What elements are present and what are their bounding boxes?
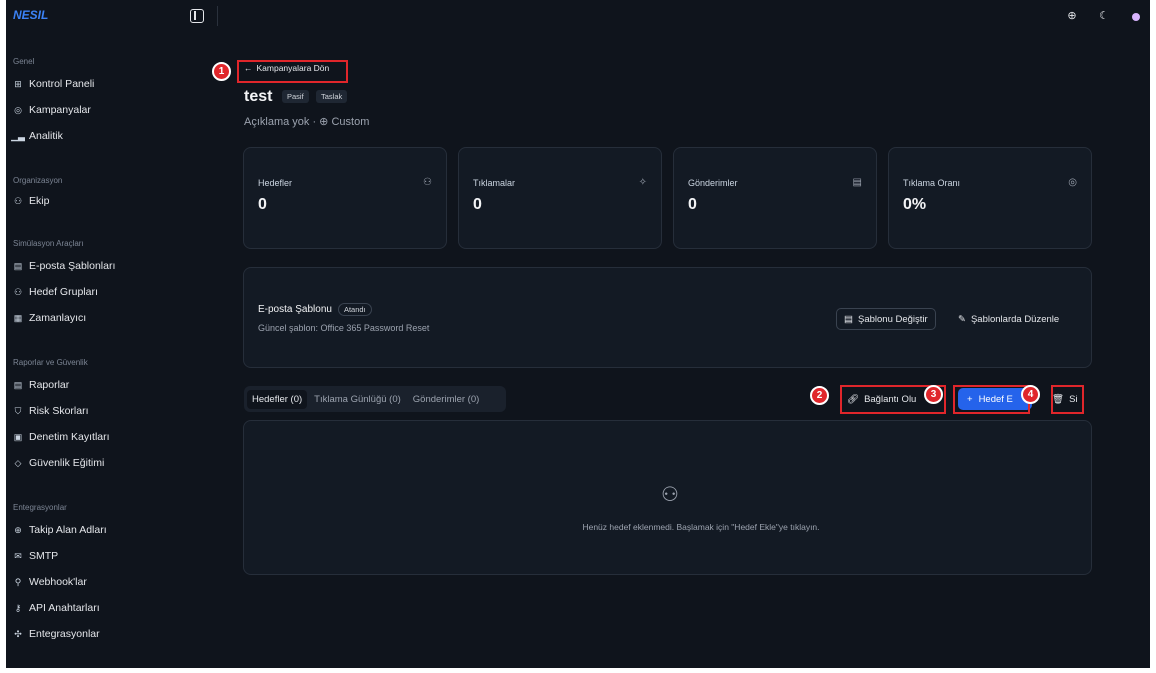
- stat-value: 0%: [903, 196, 927, 213]
- sidebar-item-hedef-gruplari[interactable]: ⚇ Hedef Grupları: [13, 286, 98, 298]
- annotation-marker: 3: [924, 385, 943, 404]
- globe-icon: ⊕: [14, 524, 22, 535]
- document-icon: ▤: [844, 313, 853, 325]
- team-icon: ⚇: [13, 195, 23, 206]
- graduation-icon: ◇: [14, 457, 22, 468]
- status-badge: Taslak: [316, 90, 348, 103]
- campaign-description: Açıklama yok · ⊕ Custom: [244, 116, 370, 128]
- target-icon: ◎: [14, 104, 22, 115]
- sidebar-section-title: Organizasyon: [13, 176, 63, 185]
- puzzle-icon: ✣: [14, 628, 22, 639]
- stat-card-hedefler: Hedefler 0 ⚇: [243, 147, 447, 249]
- annotation-box: [237, 60, 348, 83]
- annotation-box: [953, 385, 1030, 414]
- sidebar-toggle-icon[interactable]: [190, 9, 204, 23]
- stat-value: 0: [473, 196, 482, 213]
- annotation-marker: 4: [1021, 385, 1040, 404]
- document-icon: ▤: [852, 177, 862, 188]
- sidebar-section-title: Raporlar ve Güvenlik: [13, 358, 88, 367]
- tab-list: Hedefler (0) Tıklama Günlüğü (0) Gönderi…: [244, 386, 506, 412]
- tab-tiklama-gunlugu[interactable]: Tıklama Günlüğü (0): [309, 390, 406, 409]
- stat-label: Hedefler: [258, 178, 293, 188]
- globe-icon[interactable]: ⊕: [1066, 10, 1078, 22]
- theme-toggle-icon[interactable]: ☾: [1098, 10, 1110, 22]
- status-badge: Pasif: [282, 90, 309, 103]
- sidebar-item-eposta-sablonlari[interactable]: ▤ E-posta Şablonları: [13, 260, 116, 272]
- cursor-click-icon: ✧: [638, 177, 647, 188]
- users-icon: ⚇: [661, 484, 679, 506]
- page-title: test: [244, 88, 273, 105]
- report-icon: ▤: [13, 379, 23, 390]
- stat-value: 0: [688, 196, 697, 213]
- tab-gonderimler[interactable]: Gönderimler (0): [408, 390, 485, 409]
- sidebar-item-denetim-kayitlari[interactable]: ▣ Denetim Kayıtları: [13, 431, 110, 443]
- empty-state-text: Henüz hedef eklenmedi. Başlamak için "He…: [582, 522, 820, 532]
- sidebar-item-takip-alan-adlari[interactable]: ⊕ Takip Alan Adları: [13, 524, 106, 536]
- stat-card-tiklamalar: Tıklamalar 0 ✧: [458, 147, 662, 249]
- stat-card-tiklama-orani: Tıklama Oranı 0% ◎: [888, 147, 1092, 249]
- sidebar-section-title: Genel: [13, 57, 35, 66]
- sidebar-section-title: Simülasyon Araçları: [13, 239, 84, 248]
- sidebar-section-title: Entegrasyonlar: [13, 503, 67, 512]
- chart-icon: ▁▃: [11, 130, 25, 141]
- sidebar-item-kampanyalar[interactable]: ◎ Kampanyalar: [13, 104, 91, 116]
- current-template-text: Güncel şablon: Office 365 Password Reset: [258, 323, 430, 333]
- stat-value: 0: [258, 196, 267, 213]
- webhook-icon: ⚲: [14, 576, 22, 587]
- shield-icon: ⛉: [14, 405, 22, 416]
- users-icon: ⚇: [13, 286, 23, 297]
- users-icon: ⚇: [423, 177, 432, 188]
- file-icon: ▤: [13, 260, 23, 271]
- target-icon: ◎: [1068, 177, 1077, 188]
- sidebar-item-risk-skorlari[interactable]: ⛉ Risk Skorları: [13, 405, 89, 417]
- app-window: NESIL Genel ⊞ Kontrol Paneli ◎ Kampanyalar…: [6, 0, 1150, 668]
- avatar[interactable]: [1132, 13, 1140, 21]
- divider: [217, 6, 218, 26]
- sidebar-item-api-anahtarlari[interactable]: ⚷ API Anahtarları: [13, 602, 100, 614]
- calendar-icon: ▦: [13, 312, 23, 323]
- dashboard-icon: ⊞: [14, 78, 22, 89]
- mail-icon: ✉: [14, 550, 22, 561]
- change-template-button[interactable]: ▤ Şablonu Değiştir: [836, 308, 936, 330]
- sidebar-item-guvenlik-egitimi[interactable]: ◇ Güvenlik Eğitimi: [13, 457, 105, 469]
- key-icon: ⚷: [14, 602, 22, 613]
- assigned-pill: Atandı: [337, 303, 372, 316]
- edit-icon: ✎: [958, 313, 966, 325]
- sidebar-item-kontrol-paneli[interactable]: ⊞ Kontrol Paneli: [13, 78, 94, 90]
- annotation-marker: 1: [212, 62, 231, 81]
- sidebar-item-webhooks[interactable]: ⚲ Webhook'lar: [13, 576, 87, 588]
- tab-hedefler[interactable]: Hedefler (0): [247, 389, 308, 409]
- stat-card-gonderimler: Gönderimler 0 ▤: [673, 147, 877, 249]
- stat-label: Tıklama Oranı: [903, 178, 961, 188]
- sidebar-item-raporlar[interactable]: ▤ Raporlar: [13, 379, 70, 391]
- template-heading: E-posta Şablonu Atandı: [258, 303, 372, 316]
- sidebar-item-zamanlayici[interactable]: ▦ Zamanlayıcı: [13, 312, 86, 324]
- sidebar-item-analitik[interactable]: ▁▃ Analitik: [11, 130, 63, 142]
- annotation-box: [1051, 385, 1084, 414]
- brand-logo[interactable]: NESIL: [13, 8, 48, 22]
- audit-icon: ▣: [13, 431, 23, 442]
- stat-label: Gönderimler: [688, 178, 738, 188]
- edit-in-templates-button[interactable]: ✎ Şablonlarda Düzenle: [958, 308, 1059, 330]
- annotation-marker: 2: [810, 386, 829, 405]
- sidebar-item-smtp[interactable]: ✉ SMTP: [13, 550, 58, 562]
- sidebar-item-ekip[interactable]: ⚇ Ekip: [13, 195, 49, 207]
- stat-label: Tıklamalar: [473, 178, 516, 188]
- sidebar: NESIL Genel ⊞ Kontrol Paneli ◎ Kampanyalar…: [6, 0, 190, 668]
- sidebar-item-entegrasyonlar[interactable]: ✣ Entegrasyonlar: [13, 628, 99, 640]
